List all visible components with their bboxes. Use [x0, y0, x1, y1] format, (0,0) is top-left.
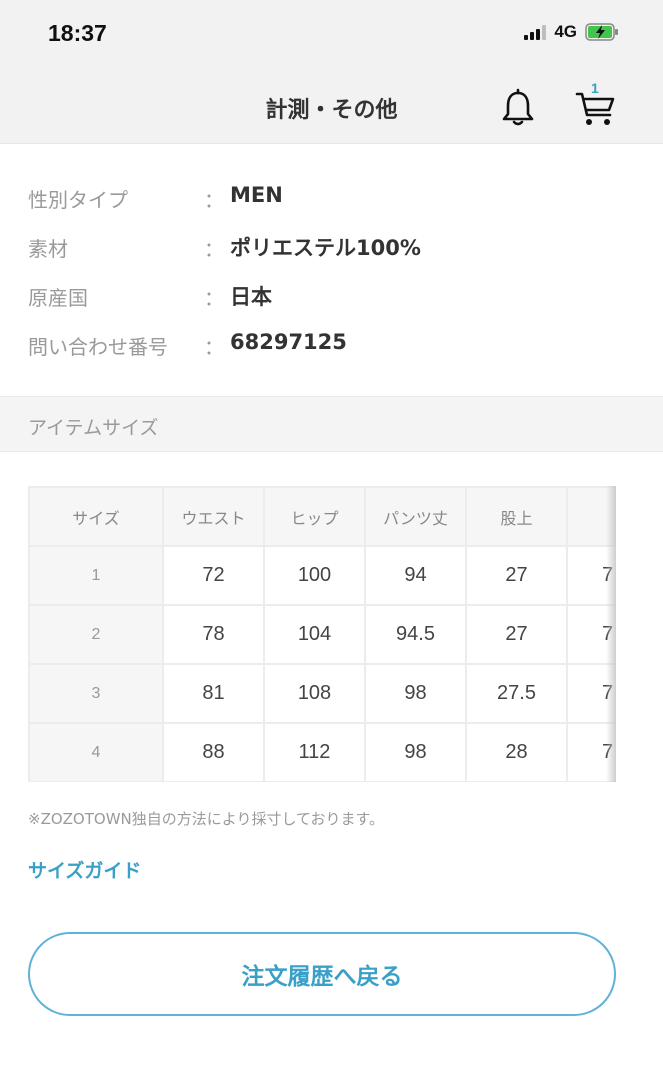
table-cell: 108 — [263, 663, 366, 724]
spec-value: MEN — [230, 183, 283, 207]
table-cell: 78 — [162, 604, 265, 665]
table-cell: 104 — [263, 604, 366, 665]
spec-value: 日本 — [230, 285, 272, 309]
back-to-order-history-button[interactable]: 注文履歴へ戻る — [28, 932, 616, 1016]
measurement-note: ※ZOZOTOWN独自の方法により採寸しております。 — [28, 810, 385, 828]
table-cell: 81 — [162, 663, 265, 724]
table-cell: 27.5 — [465, 663, 568, 724]
spec-row-material: 素材 ： ポリエステル100% — [0, 219, 663, 268]
column-header: パンツ丈 — [364, 486, 467, 547]
signal-icon — [524, 24, 547, 40]
spec-row-inquiry-number: 問い合わせ番号 ： 68297125 — [0, 317, 663, 366]
spec-colon: ： — [204, 237, 224, 261]
table-cell: 100 — [263, 545, 366, 606]
spec-row-gender: 性別タイプ ： MEN — [0, 170, 663, 219]
size-cell: 4 — [28, 722, 164, 782]
spec-colon: ： — [204, 188, 224, 212]
nav-bar: 計測・その他 1 — [0, 70, 663, 144]
spec-value: 68297125 — [230, 330, 347, 354]
size-table: サイズ ウエスト ヒップ パンツ丈 股上 股 1 72 100 94 27 7 … — [28, 486, 616, 782]
table-cell: 94.5 — [364, 604, 467, 665]
table-cell: 27 — [465, 545, 568, 606]
item-spec-list: 性別タイプ ： MEN 素材 ： ポリエステル100% 原産国 ： 日本 問い合… — [0, 170, 663, 366]
spec-colon: ： — [204, 335, 224, 359]
table-row: 1 72 100 94 27 7 — [28, 545, 616, 606]
status-indicators: 4G — [524, 22, 619, 42]
section-title: アイテムサイズ — [28, 417, 159, 439]
status-time: 18:37 — [48, 20, 107, 46]
spec-label: 素材 — [28, 237, 68, 261]
spec-label: 問い合わせ番号 — [28, 335, 168, 359]
table-cell: 28 — [465, 722, 568, 782]
table-cell: 72 — [162, 545, 265, 606]
table-row: 2 78 104 94.5 27 7 — [28, 604, 616, 665]
table-cell: 94 — [364, 545, 467, 606]
column-header: ウエスト — [162, 486, 265, 547]
table-row: 3 81 108 98 27.5 7 — [28, 663, 616, 724]
table-cell: 98 — [364, 663, 467, 724]
spec-value: ポリエステル100% — [230, 236, 421, 260]
column-header: ヒップ — [263, 486, 366, 547]
table-row: 4 88 112 98 28 7 — [28, 722, 616, 782]
table-cell: 27 — [465, 604, 568, 665]
table-cell: 112 — [263, 722, 366, 782]
spec-colon: ： — [204, 286, 224, 310]
spec-row-origin: 原産国 ： 日本 — [0, 268, 663, 317]
status-bar: 18:37 4G — [0, 0, 663, 70]
battery-charging-icon — [585, 23, 618, 41]
size-guide-link[interactable]: サイズガイド — [28, 856, 141, 883]
bell-icon[interactable] — [499, 88, 537, 128]
item-size-section-header: アイテムサイズ — [0, 396, 663, 452]
page-title: 計測・その他 — [265, 98, 398, 123]
table-scroll-shadow — [606, 486, 616, 782]
size-cell: 3 — [28, 663, 164, 724]
size-cell: 1 — [28, 545, 164, 606]
column-header: 股上 — [465, 486, 568, 547]
size-table-scroll[interactable]: サイズ ウエスト ヒップ パンツ丈 股上 股 1 72 100 94 27 7 … — [28, 486, 616, 782]
network-label: 4G — [554, 22, 577, 41]
spec-label: 原産国 — [28, 286, 88, 310]
spec-label: 性別タイプ — [28, 188, 128, 212]
table-cell: 98 — [364, 722, 467, 782]
size-cell: 2 — [28, 604, 164, 665]
table-cell: 88 — [162, 722, 265, 782]
table-header-row: サイズ ウエスト ヒップ パンツ丈 股上 股 — [28, 486, 616, 547]
cart-count-badge: 1 — [591, 80, 599, 96]
column-header: サイズ — [28, 486, 164, 547]
